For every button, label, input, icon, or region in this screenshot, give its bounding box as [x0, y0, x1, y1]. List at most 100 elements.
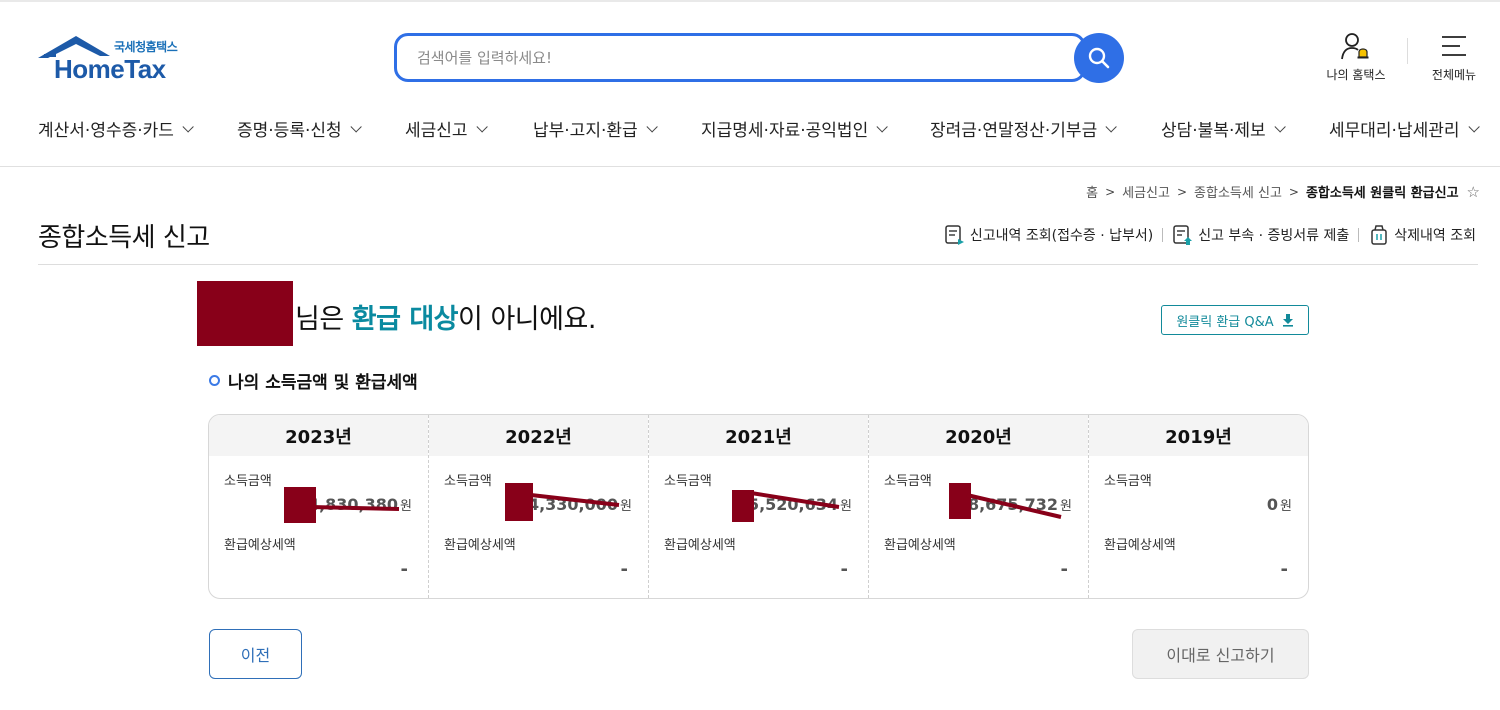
nav-item-payment[interactable]: 납부·고지·환급: [533, 116, 658, 141]
nav-item-certificate[interactable]: 증명·등록·신청: [237, 116, 362, 141]
chevron-down-icon: [876, 120, 888, 133]
filing-history-link[interactable]: 신고내역 조회(접수증 · 납부서): [944, 224, 1153, 246]
nav-label: 계산서·영수증·카드: [38, 121, 174, 141]
deleted-history-link[interactable]: 삭제내역 조회: [1368, 224, 1476, 246]
income-label: 소득금액: [444, 474, 492, 489]
section-title-label: 나의 소득금액 및 환급세액: [228, 373, 418, 393]
income-label: 소득금액: [884, 474, 932, 489]
nav-item-incentive[interactable]: 장려금·연말정산·기부금: [930, 116, 1117, 141]
refund-label: 환급예상세액: [444, 538, 516, 553]
link-divider: [1162, 228, 1164, 242]
submit-as-is-button[interactable]: 이대로 신고하기: [1132, 629, 1309, 679]
search-input[interactable]: [417, 36, 1017, 79]
search-box: [394, 33, 1086, 82]
breadcrumb-current: 종합소득세 원클릭 환급신고: [1305, 186, 1459, 201]
full-menu-button[interactable]: 전체메뉴: [1414, 30, 1494, 83]
nav-label: 증명·등록·신청: [237, 121, 342, 141]
breadcrumb-level1[interactable]: 세금신고: [1122, 182, 1170, 201]
my-hometax-label: 나의 홈택스: [1326, 68, 1386, 82]
chevron-down-icon: [1467, 120, 1480, 133]
hamburger-icon: [1442, 36, 1466, 56]
breadcrumb-home[interactable]: 홈: [1086, 182, 1098, 201]
refund-label: 환급예상세액: [1104, 538, 1176, 553]
nav-item-statements[interactable]: 지급명세·자료·공익법인: [701, 116, 888, 141]
redaction-stroke: [966, 493, 1062, 519]
chevron-down-icon: [646, 120, 658, 133]
hometax-logo[interactable]: 국세청홈택스 HomeTax: [38, 34, 198, 84]
chevron-down-icon: [476, 120, 488, 133]
year-label: 2021년: [649, 415, 868, 456]
nav-label: 납부·고지·환급: [533, 121, 638, 141]
chevron-down-icon: [1274, 120, 1286, 133]
logo-title: HomeTax: [54, 54, 166, 84]
income-cards: 2023년 소득금액 4,830,380 원 환급예상세액 - 2022년 소득금…: [208, 414, 1309, 599]
year-label: 2022년: [429, 415, 648, 456]
refund-amount: -: [1280, 559, 1288, 580]
trash-icon: [1371, 225, 1388, 245]
year-card: 2020년 소득금액 8,675,732원 환급예상세액 -: [868, 415, 1088, 598]
nav-item-invoice[interactable]: 계산서·영수증·카드: [38, 116, 194, 141]
top-border: [0, 0, 1500, 2]
link-divider: [1358, 228, 1360, 242]
favorite-star-icon[interactable]: ☆: [1467, 183, 1480, 201]
nav-label: 세무대리·납세관리: [1329, 121, 1460, 141]
logo-subtitle: 국세청홈택스: [114, 40, 178, 54]
header-divider: [1407, 38, 1408, 64]
year-label: 2019년: [1089, 415, 1308, 456]
attach-documents-link[interactable]: 신고 부속 · 증빙서류 제출: [1172, 224, 1349, 246]
refund-amount: -: [400, 559, 408, 580]
refund-qa-button[interactable]: 원클릭 환급 Q&A: [1161, 305, 1309, 335]
income-value: 0: [1266, 495, 1279, 514]
income-amount: 0원: [1267, 495, 1292, 514]
nav-label: 지급명세·자료·공익법인: [701, 121, 869, 141]
refund-amount: -: [1060, 559, 1068, 580]
user-bell-icon: [1341, 33, 1369, 60]
refund-amount: -: [620, 559, 628, 580]
income-label: 소득금액: [664, 474, 712, 489]
document-search-icon: [945, 225, 964, 245]
breadcrumb: 홈 > 세금신고 > 종합소득세 신고 > 종합소득세 원클릭 환급신고 ☆: [1086, 182, 1480, 202]
year-card: 2019년 소득금액 0원 환급예상세액 -: [1088, 415, 1308, 598]
chevron-down-icon: [1105, 120, 1117, 133]
headline-suffix: 님은: [295, 304, 352, 335]
income-label: 소득금액: [224, 474, 272, 489]
redaction-stroke: [310, 505, 400, 511]
nav-label: 세금신고: [405, 121, 468, 141]
bullet-circle-icon: [209, 375, 220, 386]
nav-divider: [0, 166, 1500, 167]
my-hometax-button[interactable]: 나의 홈택스: [1316, 30, 1396, 83]
section-title: 나의 소득금액 및 환급세액: [209, 368, 418, 393]
year-card: 2023년 소득금액 4,830,380 원 환급예상세액 -: [209, 415, 428, 598]
won-unit: 원: [1280, 499, 1292, 514]
refund-qa-label: 원클릭 환급 Q&A: [1176, 314, 1274, 330]
prev-button[interactable]: 이전: [209, 629, 302, 679]
title-links: 신고내역 조회(접수증 · 납부서) 신고 부속 · 증빙서류 제출 삭제내역 …: [944, 224, 1476, 246]
nav-item-consult[interactable]: 상담·불복·제보: [1161, 116, 1286, 141]
deleted-history-label: 삭제내역 조회: [1394, 228, 1476, 244]
income-label: 소득금액: [1104, 474, 1152, 489]
full-menu-label: 전체메뉴: [1431, 68, 1477, 82]
refund-label: 환급예상세액: [884, 538, 956, 553]
nav-label: 상담·불복·제보: [1161, 121, 1266, 141]
year-label: 2023년: [209, 415, 428, 456]
year-label: 2020년: [869, 415, 1088, 456]
redaction-stroke: [750, 491, 840, 509]
nav-item-tax-filing[interactable]: 세금신고: [405, 116, 488, 141]
global-nav: 계산서·영수증·카드 증명·등록·신청 세금신고 납부·고지·환급 지급명세·자…: [0, 108, 1500, 148]
refund-label: 환급예상세액: [224, 538, 296, 553]
search-button[interactable]: [1074, 33, 1124, 83]
download-icon: [1282, 314, 1293, 327]
nav-item-tax-agent[interactable]: 세무대리·납세관리: [1329, 116, 1480, 141]
year-card: 2022년 소득금액 4,330,000 원 환급예상세액 -: [428, 415, 648, 598]
chevron-right-icon: >: [1176, 184, 1188, 199]
search-icon: [1088, 47, 1110, 69]
year-card: 2021년 소득금액 5,520,634 원 환급예상세액 -: [648, 415, 868, 598]
breadcrumb-level2[interactable]: 종합소득세 신고: [1194, 182, 1282, 201]
chevron-right-icon: >: [1105, 184, 1116, 199]
redaction-stroke: [530, 493, 620, 507]
refund-label: 환급예상세액: [664, 538, 736, 553]
chevron-right-icon: >: [1288, 184, 1299, 199]
chevron-down-icon: [350, 120, 362, 133]
page-title: 종합소득세 신고: [38, 223, 210, 253]
result-headline: 님은 환급 대상이 아니에요.: [295, 297, 596, 336]
